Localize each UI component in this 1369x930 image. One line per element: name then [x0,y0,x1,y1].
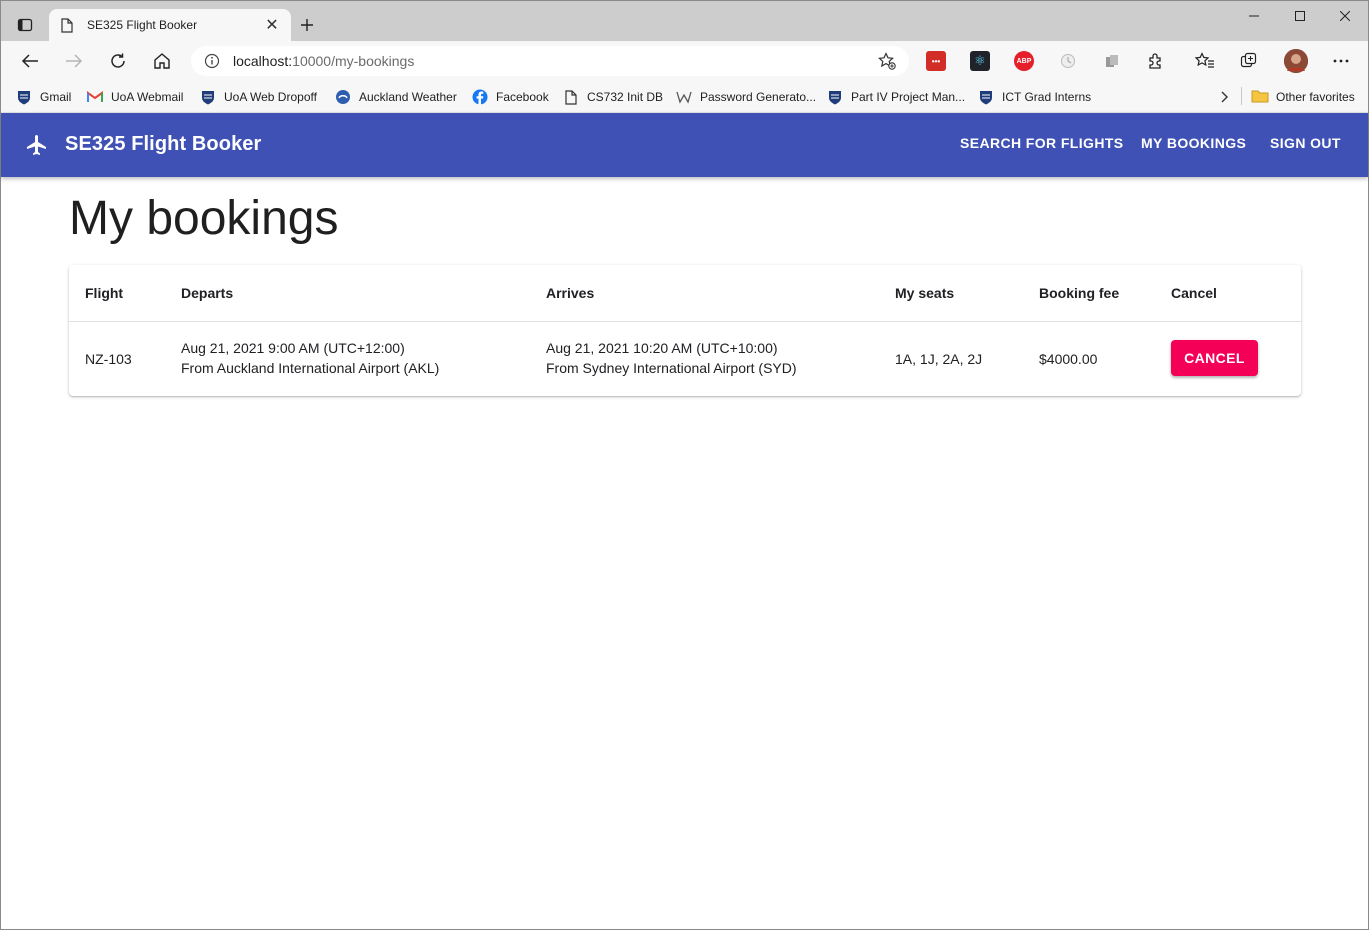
bookmarks-bar: Gmail UoA Webmail UoA Web Dropoff Auckla… [1,81,1368,113]
bookmark-label: Gmail [40,90,72,104]
page-icon [563,89,579,105]
bookmark-ict-grad-interns[interactable]: ICT Grad Interns [978,87,1091,107]
collections-icon[interactable] [1239,51,1259,71]
extension-pages-icon[interactable] [1102,51,1122,71]
bookmark-password-generator[interactable]: Password Generato... [676,87,816,107]
header-flight: Flight [85,285,124,301]
back-icon[interactable] [15,47,45,75]
bookmark-label: Facebook [496,90,549,104]
bookmark-label: Password Generato... [700,90,817,104]
uoa-crest-icon [827,89,843,105]
home-icon[interactable] [147,47,177,75]
tab-title: SE325 Flight Booker [87,18,198,32]
browser-toolbar: localhost:10000/my-bookings ••• ⚛ ABP [1,41,1368,81]
header-arrives: Arrives [546,285,595,301]
bookmark-label: ICT Grad Interns [1002,90,1092,104]
adblock-icon-text: ABP [1016,57,1032,65]
page-title: My bookings [69,192,339,245]
extension-clock-icon[interactable] [1058,51,1078,71]
maximize-icon[interactable] [1277,1,1323,31]
bookmark-facebook[interactable]: Facebook [472,87,549,107]
address-bar[interactable]: localhost:10000/my-bookings [191,46,909,76]
bookings-table: Flight Departs Arrives My seats Booking … [69,265,1301,396]
header-cancel: Cancel [1171,285,1217,301]
cell-flight: NZ-103 [85,351,132,367]
header-booking-fee: Booking fee [1039,285,1120,301]
uoa-crest-icon [200,89,216,105]
forward-icon[interactable] [59,47,89,75]
gmail-icon [87,89,103,105]
password-icon [676,89,692,105]
weather-icon [335,89,351,105]
nav-my-bookings[interactable]: MY BOOKINGS [1141,135,1246,151]
react-devtools-icon[interactable]: ⚛ [970,51,990,71]
browser-tabstrip: SE325 Flight Booker ✕ [1,1,1368,41]
arrives-time: Aug 21, 2021 10:20 AM (UTC+10:00) [546,340,778,356]
bookmark-uoa-web-dropoff[interactable]: UoA Web Dropoff [200,87,317,107]
bookmark-label: Part IV Project Man... [851,90,966,104]
departs-airport: From Auckland International Airport (AKL… [181,360,440,376]
facebook-icon [472,89,488,105]
tab-actions-icon[interactable] [11,11,39,39]
tab-se325[interactable]: SE325 Flight Booker ✕ [49,9,291,41]
adblock-icon[interactable]: ABP [1014,51,1034,71]
nav-search-flights[interactable]: SEARCH FOR FLIGHTS [960,135,1124,151]
bookmark-label: CS732 Init DB [587,90,664,104]
cell-seats: 1A, 1J, 2A, 2J [895,351,983,367]
app-title[interactable]: SE325 Flight Booker [65,133,261,156]
url-host: localhost: [233,53,293,69]
bookmark-cs732-init-db[interactable]: CS732 Init DB [563,87,663,107]
extensions-puzzle-icon[interactable] [1146,51,1166,71]
departs-time: Aug 21, 2021 9:00 AM (UTC+12:00) [181,340,405,356]
bookmark-uoa-webmail[interactable]: UoA Webmail [87,87,183,107]
page-icon [61,17,77,33]
settings-more-icon[interactable] [1331,51,1351,71]
window-close-icon[interactable] [1322,1,1368,31]
profile-avatar[interactable] [1284,49,1308,73]
react-icon-glyph: ⚛ [974,53,986,68]
lastpass-icon-text: ••• [931,56,941,66]
bookmarks-divider [1241,87,1242,105]
new-tab-icon[interactable] [295,13,319,37]
bookmark-label: UoA Web Dropoff [224,90,317,104]
header-departs: Departs [181,285,234,301]
cancel-booking-button[interactable]: CANCEL [1171,340,1258,376]
cell-arrives: Aug 21, 2021 10:20 AM (UTC+10:00) From S… [546,338,797,378]
chevron-right-icon[interactable] [1215,85,1235,109]
bookmark-label: Auckland Weather [359,90,457,104]
url-path: 10000/my-bookings [292,53,415,69]
url-text[interactable]: localhost:10000/my-bookings [233,53,877,69]
other-favorites[interactable]: Other favorites [1251,87,1355,107]
arrives-airport: From Sydney International Airport (SYD) [546,360,797,376]
close-tab-icon[interactable]: ✕ [263,16,281,34]
cell-booking-fee: $4000.00 [1039,351,1098,367]
cell-departs: Aug 21, 2021 9:00 AM (UTC+12:00) From Au… [181,338,439,378]
table-row: NZ-103 Aug 21, 2021 9:00 AM (UTC+12:00) … [69,322,1301,396]
nav-sign-out[interactable]: SIGN OUT [1270,135,1341,151]
add-favorite-icon[interactable] [877,51,897,71]
reload-icon[interactable] [103,47,133,75]
bookmark-gmail[interactable]: Gmail [16,87,71,107]
table-header-row: Flight Departs Arrives My seats Booking … [69,265,1301,322]
favorites-icon[interactable] [1195,51,1215,71]
bookmark-label: UoA Webmail [111,90,184,104]
bookmark-part-iv-project[interactable]: Part IV Project Man... [827,87,965,107]
uoa-crest-icon [978,89,994,105]
uoa-crest-icon [16,89,32,105]
app-header: SE325 Flight Booker SEARCH FOR FLIGHTS M… [1,113,1368,177]
other-favorites-label: Other favorites [1276,90,1355,104]
bookmark-auckland-weather[interactable]: Auckland Weather [335,87,457,107]
minimize-icon[interactable] [1231,1,1277,31]
airplane-icon [25,133,49,157]
site-info-icon[interactable] [203,52,221,70]
header-my-seats: My seats [895,285,955,301]
lastpass-icon[interactable]: ••• [926,51,946,71]
folder-icon [1251,89,1269,105]
